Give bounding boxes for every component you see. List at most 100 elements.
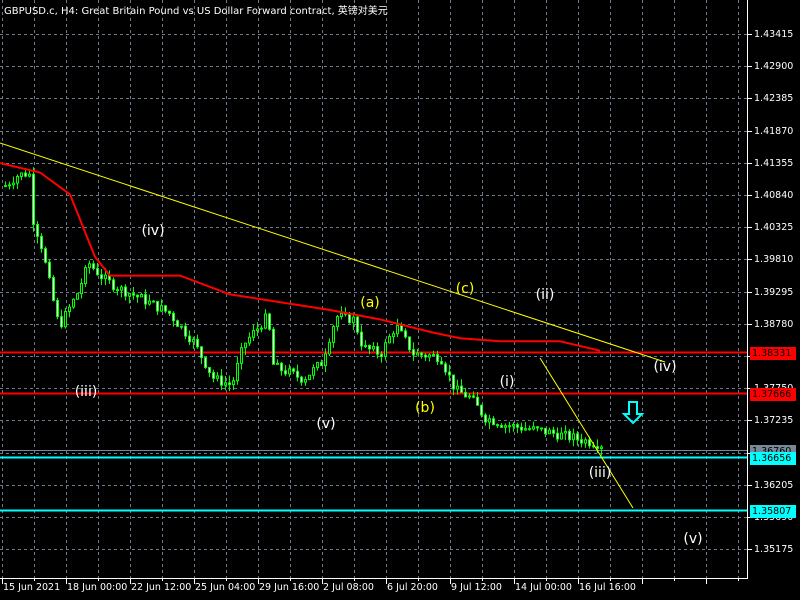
candle-body — [524, 428, 527, 431]
candle-body — [192, 338, 195, 343]
price-tick-label: 1.39810 — [754, 253, 794, 265]
candle-body — [516, 424, 519, 428]
price-tick-label: 1.35175 — [754, 543, 794, 555]
candle-body — [600, 446, 603, 449]
candle-body — [44, 248, 47, 263]
candle-body — [208, 367, 211, 373]
elliott-wave-label[interactable]: (iii) — [589, 465, 612, 481]
elliott-wave-label[interactable]: (iii) — [75, 384, 98, 400]
candle-body — [100, 274, 103, 280]
candle-body — [468, 395, 471, 398]
price-level-tag: 1.35807 — [750, 504, 796, 518]
candle-body — [476, 396, 479, 406]
candle-body — [380, 353, 383, 358]
elliott-wave-label[interactable]: (v) — [683, 531, 702, 547]
candle-body — [336, 316, 339, 328]
down-arrow-icon — [621, 401, 645, 425]
candle-body — [176, 320, 179, 327]
price-tick-label: 1.41870 — [754, 125, 794, 137]
elliott-wave-label[interactable]: (c) — [456, 281, 475, 297]
candle-body — [384, 342, 387, 358]
price-level-tag: 1.37666 — [750, 387, 796, 401]
elliott-wave-label[interactable]: (v) — [316, 416, 335, 432]
price-tick-label: 1.36205 — [754, 479, 794, 491]
candle-body — [148, 300, 151, 305]
candle-body — [528, 428, 531, 431]
candle-body — [552, 429, 555, 434]
candle-body — [304, 379, 307, 383]
candle-body — [420, 352, 423, 356]
candle-body — [584, 439, 587, 444]
elliott-wave-label[interactable]: (b) — [415, 400, 435, 416]
price-tick-label: 1.43415 — [754, 28, 794, 40]
candle-body — [288, 368, 291, 375]
candle-body — [492, 418, 495, 426]
candle-body — [240, 347, 243, 364]
candle-body — [20, 172, 23, 177]
elliott-wave-label[interactable]: (a) — [360, 295, 380, 311]
candle-body — [96, 267, 99, 276]
candle-body — [424, 354, 427, 358]
candle-body — [408, 336, 411, 351]
candle-body — [256, 328, 259, 332]
time-tick-label: 14 Jul 00:00 — [515, 582, 572, 593]
candle-body — [56, 299, 59, 318]
candle-body — [484, 414, 487, 423]
candle-body — [436, 353, 439, 363]
candle-body — [564, 430, 567, 434]
candle-body — [444, 363, 447, 373]
candle-body — [464, 391, 467, 398]
candle-body — [448, 371, 451, 376]
candle-body — [396, 325, 399, 335]
candle-body — [428, 354, 431, 358]
candle-body — [520, 426, 523, 431]
candle-body — [580, 439, 583, 444]
elliott-wave-label[interactable]: (iv) — [653, 359, 676, 375]
candle-body — [500, 425, 503, 428]
candle-body — [412, 349, 415, 356]
candle-body — [392, 333, 395, 338]
time-tick-label: 25 Jun 04:00 — [195, 582, 256, 593]
candle-body — [328, 341, 331, 355]
price-level-tag: 1.38331 — [750, 346, 796, 360]
candle-body — [36, 223, 39, 237]
candle-body — [340, 312, 343, 318]
candle-body — [104, 274, 107, 280]
candle-body — [40, 235, 43, 250]
candle-body — [52, 277, 55, 301]
elliott-wave-label[interactable]: (ii) — [536, 287, 555, 303]
candle-body — [308, 374, 311, 381]
candle-body — [400, 325, 403, 332]
candle-body — [152, 300, 155, 303]
candle-body — [204, 357, 207, 369]
candle-body — [496, 424, 499, 427]
candle-body — [84, 267, 87, 285]
candle-body — [480, 404, 483, 416]
candle-body — [168, 310, 171, 314]
candle-body — [588, 439, 591, 447]
candle-body — [200, 346, 203, 359]
candle-body — [112, 279, 115, 291]
candle-body — [260, 327, 263, 330]
candle-body — [80, 283, 83, 295]
candle-body — [472, 395, 475, 398]
candle-body — [292, 368, 295, 372]
candle-body — [232, 380, 235, 386]
candle-body — [64, 310, 67, 328]
candle-body — [188, 335, 191, 343]
candle-body — [544, 427, 547, 435]
candle-body — [216, 375, 219, 379]
candle-body — [4, 185, 7, 188]
candle-body — [92, 263, 95, 269]
candle-body — [136, 294, 139, 298]
elliott-wave-label[interactable]: (iv) — [141, 223, 164, 239]
price-tick-label: 1.42385 — [754, 92, 794, 104]
candle-body — [28, 173, 31, 177]
price-tick-label: 1.38780 — [754, 318, 794, 330]
price-chart[interactable] — [0, 0, 800, 600]
elliott-wave-label[interactable]: (i) — [500, 374, 515, 390]
candle-body — [144, 294, 147, 305]
candle-body — [376, 346, 379, 355]
candle-body — [212, 371, 215, 379]
candle-body — [324, 353, 327, 367]
